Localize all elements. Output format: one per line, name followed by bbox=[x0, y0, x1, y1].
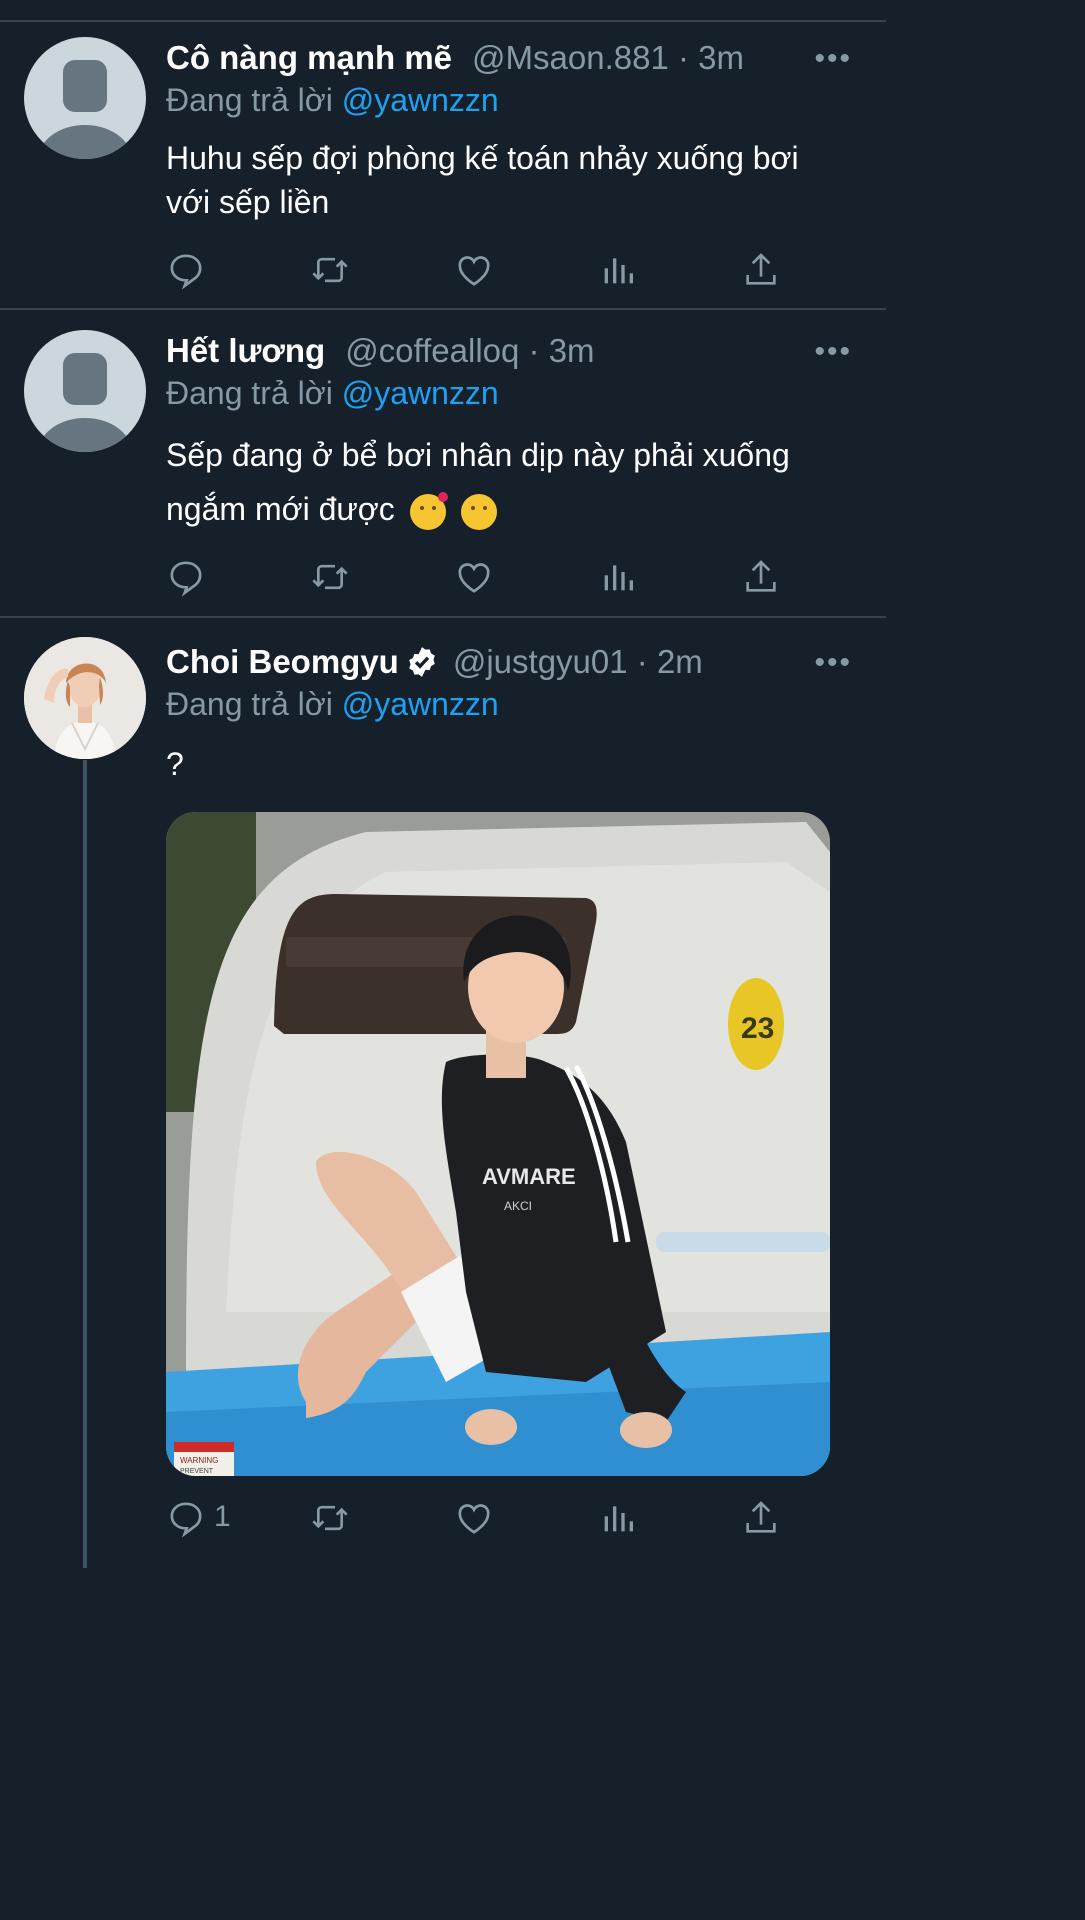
user-handle[interactable]: @justgyu01 bbox=[453, 643, 628, 680]
tweet-text-container: Sếp đang ở bể bơi nhân dịp này phải xuốn… bbox=[166, 428, 846, 536]
warning-label: WARNING bbox=[180, 1456, 218, 1465]
action-bar: 1 bbox=[0, 1496, 886, 1540]
verified-badge-icon bbox=[409, 647, 435, 677]
default-avatar-body bbox=[38, 125, 132, 159]
action-bar bbox=[0, 248, 886, 292]
replying-to: Đang trả lời @yawnzzn bbox=[166, 686, 499, 723]
sign-number: 23 bbox=[741, 1012, 774, 1045]
replying-to-label: Đang trả lời bbox=[166, 82, 333, 118]
timestamp[interactable]: 3m bbox=[549, 332, 595, 369]
separator: · bbox=[636, 643, 648, 680]
default-avatar-head bbox=[63, 353, 107, 405]
default-avatar-body bbox=[38, 418, 132, 452]
more-options-icon[interactable]: ••• bbox=[814, 42, 852, 76]
more-options-icon[interactable]: ••• bbox=[814, 335, 852, 369]
display-name[interactable]: Choi Beomgyu bbox=[166, 643, 399, 681]
timestamp[interactable]: 2m bbox=[657, 643, 703, 680]
replying-to: Đang trả lời @yawnzzn bbox=[166, 375, 499, 412]
analytics-icon[interactable] bbox=[598, 555, 642, 599]
reply-icon[interactable] bbox=[166, 555, 210, 599]
face-blowing-kiss-icon bbox=[409, 491, 448, 530]
retweet-icon[interactable] bbox=[310, 248, 354, 292]
warning-subtext: PREVENT bbox=[180, 1468, 214, 1475]
display-name[interactable]: Cô nàng mạnh mẽ bbox=[166, 39, 452, 77]
tweet-text: Huhu sếp đợi phòng kế toán nhảy xuống bơ… bbox=[166, 140, 799, 220]
analytics-icon[interactable] bbox=[598, 1496, 642, 1540]
share-icon[interactable] bbox=[741, 555, 785, 599]
separator: · bbox=[677, 39, 689, 76]
tweet-header: Cô nàng mạnh mẽ @Msaon.881 · 3m bbox=[166, 36, 744, 80]
shirt-logo: AVMARE bbox=[482, 1164, 576, 1189]
tweet-header: Hết lương @coffealloq · 3m bbox=[166, 329, 595, 373]
profile-photo bbox=[24, 637, 146, 759]
user-handle[interactable]: @Msaon.881 bbox=[472, 39, 669, 76]
tweet-3[interactable]: Choi Beomgyu @justgyu01 · 2m ••• Đang tr… bbox=[0, 618, 886, 1568]
avatar[interactable] bbox=[24, 37, 146, 159]
action-bar bbox=[0, 555, 886, 599]
face-savoring-food-icon bbox=[460, 493, 497, 530]
avatar[interactable] bbox=[24, 637, 146, 759]
reply-icon[interactable] bbox=[166, 1496, 210, 1540]
display-name[interactable]: Hết lương bbox=[166, 332, 325, 370]
tweet-1[interactable]: Cô nàng mạnh mẽ @Msaon.881 · 3m ••• Đang… bbox=[0, 0, 886, 308]
user-handle[interactable]: @coffealloq bbox=[345, 332, 519, 369]
replying-to: Đang trả lời @yawnzzn bbox=[166, 82, 499, 119]
share-icon[interactable] bbox=[741, 248, 785, 292]
tweet-meta: @coffealloq · 3m bbox=[345, 332, 594, 370]
replying-to-label: Đang trả lời bbox=[166, 686, 333, 722]
like-icon[interactable] bbox=[454, 248, 498, 292]
tweet-meta: @justgyu01 · 2m bbox=[453, 643, 703, 681]
timestamp[interactable]: 3m bbox=[698, 39, 744, 76]
more-options-icon[interactable]: ••• bbox=[814, 646, 852, 680]
tweet-text: ? bbox=[166, 746, 184, 782]
photo-illustration: 23 AVMARE AKCI WARNING PREVENT bbox=[166, 812, 830, 1476]
replying-to-label: Đang trả lời bbox=[166, 375, 333, 411]
reply-icon[interactable] bbox=[166, 248, 210, 292]
retweet-icon[interactable] bbox=[310, 1496, 354, 1540]
tweet-photo[interactable]: 23 AVMARE AKCI WARNING PREVENT bbox=[166, 812, 830, 1476]
avatar[interactable] bbox=[24, 330, 146, 452]
tweet-meta: @Msaon.881 · 3m bbox=[472, 39, 744, 77]
tweet-2[interactable]: Hết lương @coffealloq · 3m ••• Đang trả … bbox=[0, 310, 886, 616]
thread-line bbox=[83, 760, 87, 1568]
tweet-header: Choi Beomgyu @justgyu01 · 2m bbox=[166, 640, 703, 684]
like-icon[interactable] bbox=[454, 1496, 498, 1540]
like-icon[interactable] bbox=[454, 555, 498, 599]
share-icon[interactable] bbox=[741, 1496, 785, 1540]
mention-link[interactable]: @yawnzzn bbox=[342, 82, 499, 118]
analytics-icon[interactable] bbox=[598, 248, 642, 292]
separator: · bbox=[528, 332, 540, 369]
mention-link[interactable]: @yawnzzn bbox=[342, 375, 499, 411]
default-avatar-head bbox=[63, 60, 107, 112]
shirt-subtext: AKCI bbox=[504, 1199, 532, 1213]
reply-count[interactable]: 1 bbox=[214, 1500, 231, 1534]
mention-link[interactable]: @yawnzzn bbox=[342, 686, 499, 722]
retweet-icon[interactable] bbox=[310, 555, 354, 599]
